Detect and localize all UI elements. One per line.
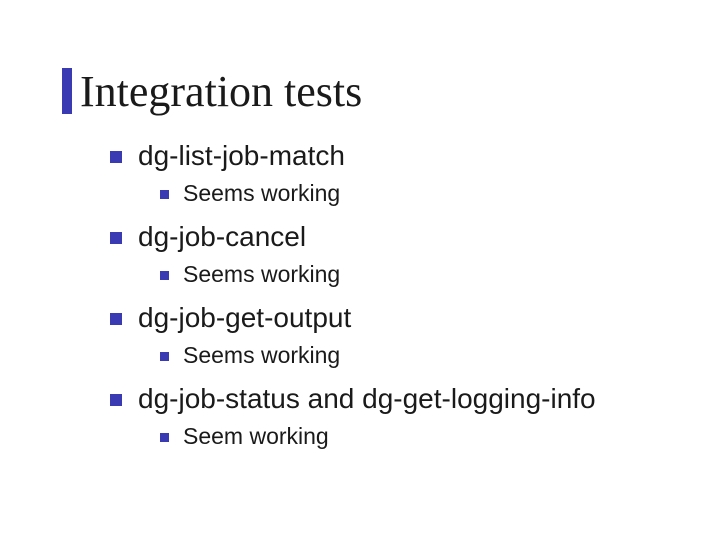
- square-bullet-icon: [110, 151, 122, 163]
- list-item: dg-job-get-output: [110, 302, 596, 334]
- square-bullet-icon: [110, 313, 122, 325]
- square-bullet-icon: [110, 394, 122, 406]
- slide: Integration tests dg-list-job-match Seem…: [0, 0, 720, 540]
- list-item-label: dg-job-cancel: [138, 221, 306, 253]
- square-bullet-icon: [110, 232, 122, 244]
- list-item: dg-list-job-match: [110, 140, 596, 172]
- square-bullet-icon: [160, 352, 169, 361]
- list-item: dg-job-cancel: [110, 221, 596, 253]
- list-subitem-label: Seems working: [183, 342, 340, 369]
- title-accent-bar: [62, 68, 72, 114]
- square-bullet-icon: [160, 190, 169, 199]
- content-list: dg-list-job-match Seems working dg-job-c…: [110, 140, 596, 454]
- square-bullet-icon: [160, 433, 169, 442]
- list-subitem: Seem working: [160, 423, 596, 450]
- slide-title: Integration tests: [80, 66, 362, 117]
- list-subitem: Seems working: [160, 261, 596, 288]
- list-subitem-label: Seems working: [183, 261, 340, 288]
- list-item: dg-job-status and dg-get-logging-info: [110, 383, 596, 415]
- square-bullet-icon: [160, 271, 169, 280]
- list-subitem: Seems working: [160, 342, 596, 369]
- title-block: Integration tests: [80, 66, 362, 117]
- list-subitem-label: Seems working: [183, 180, 340, 207]
- list-item-label: dg-job-get-output: [138, 302, 351, 334]
- list-subitem: Seems working: [160, 180, 596, 207]
- list-item-label: dg-job-status and dg-get-logging-info: [138, 383, 596, 415]
- list-item-label: dg-list-job-match: [138, 140, 345, 172]
- list-subitem-label: Seem working: [183, 423, 329, 450]
